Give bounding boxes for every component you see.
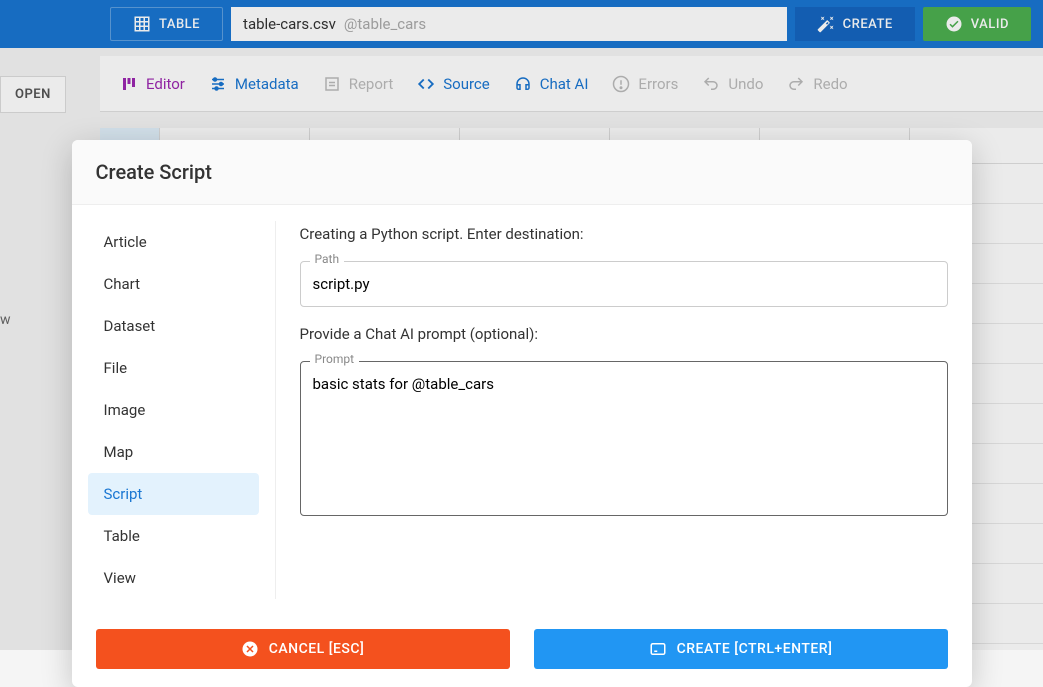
- type-option-map[interactable]: Map: [88, 431, 259, 473]
- cancel-button-label: CANCEL [ESC]: [269, 641, 365, 657]
- modal-content: Creating a Python script. Enter destinat…: [276, 221, 972, 599]
- prompt-textarea[interactable]: [300, 361, 948, 516]
- modal-footer: CANCEL [ESC] CREATE [CTRL+ENTER]: [72, 615, 972, 687]
- type-option-view[interactable]: View: [88, 557, 259, 599]
- path-legend: Path: [310, 252, 345, 266]
- modal-intro-text: Creating a Python script. Enter destinat…: [300, 225, 948, 243]
- type-option-file[interactable]: File: [88, 347, 259, 389]
- create-script-modal: Create Script ArticleChartDatasetFileIma…: [72, 140, 972, 687]
- modal-type-list: ArticleChartDatasetFileImageMapScriptTab…: [72, 221, 276, 599]
- type-option-image[interactable]: Image: [88, 389, 259, 431]
- cancel-icon: [241, 640, 259, 658]
- cancel-button[interactable]: CANCEL [ESC]: [96, 629, 510, 669]
- modal-backdrop: Create Script ArticleChartDatasetFileIma…: [0, 0, 1043, 650]
- path-input[interactable]: [300, 261, 948, 307]
- type-option-table[interactable]: Table: [88, 515, 259, 557]
- type-option-script[interactable]: Script: [88, 473, 259, 515]
- prompt-legend: Prompt: [310, 352, 360, 366]
- prompt-label: Provide a Chat AI prompt (optional):: [300, 325, 948, 343]
- create-confirm-label: CREATE [CTRL+ENTER]: [677, 641, 833, 657]
- create-icon: [649, 640, 667, 658]
- type-option-dataset[interactable]: Dataset: [88, 305, 259, 347]
- type-option-chart[interactable]: Chart: [88, 263, 259, 305]
- create-confirm-button[interactable]: CREATE [CTRL+ENTER]: [534, 629, 948, 669]
- modal-title: Create Script: [96, 160, 948, 184]
- modal-header: Create Script: [72, 140, 972, 205]
- path-field: Path: [300, 261, 948, 307]
- type-option-article[interactable]: Article: [88, 221, 259, 263]
- prompt-field: Prompt: [300, 361, 948, 520]
- modal-body: ArticleChartDatasetFileImageMapScriptTab…: [72, 205, 972, 615]
